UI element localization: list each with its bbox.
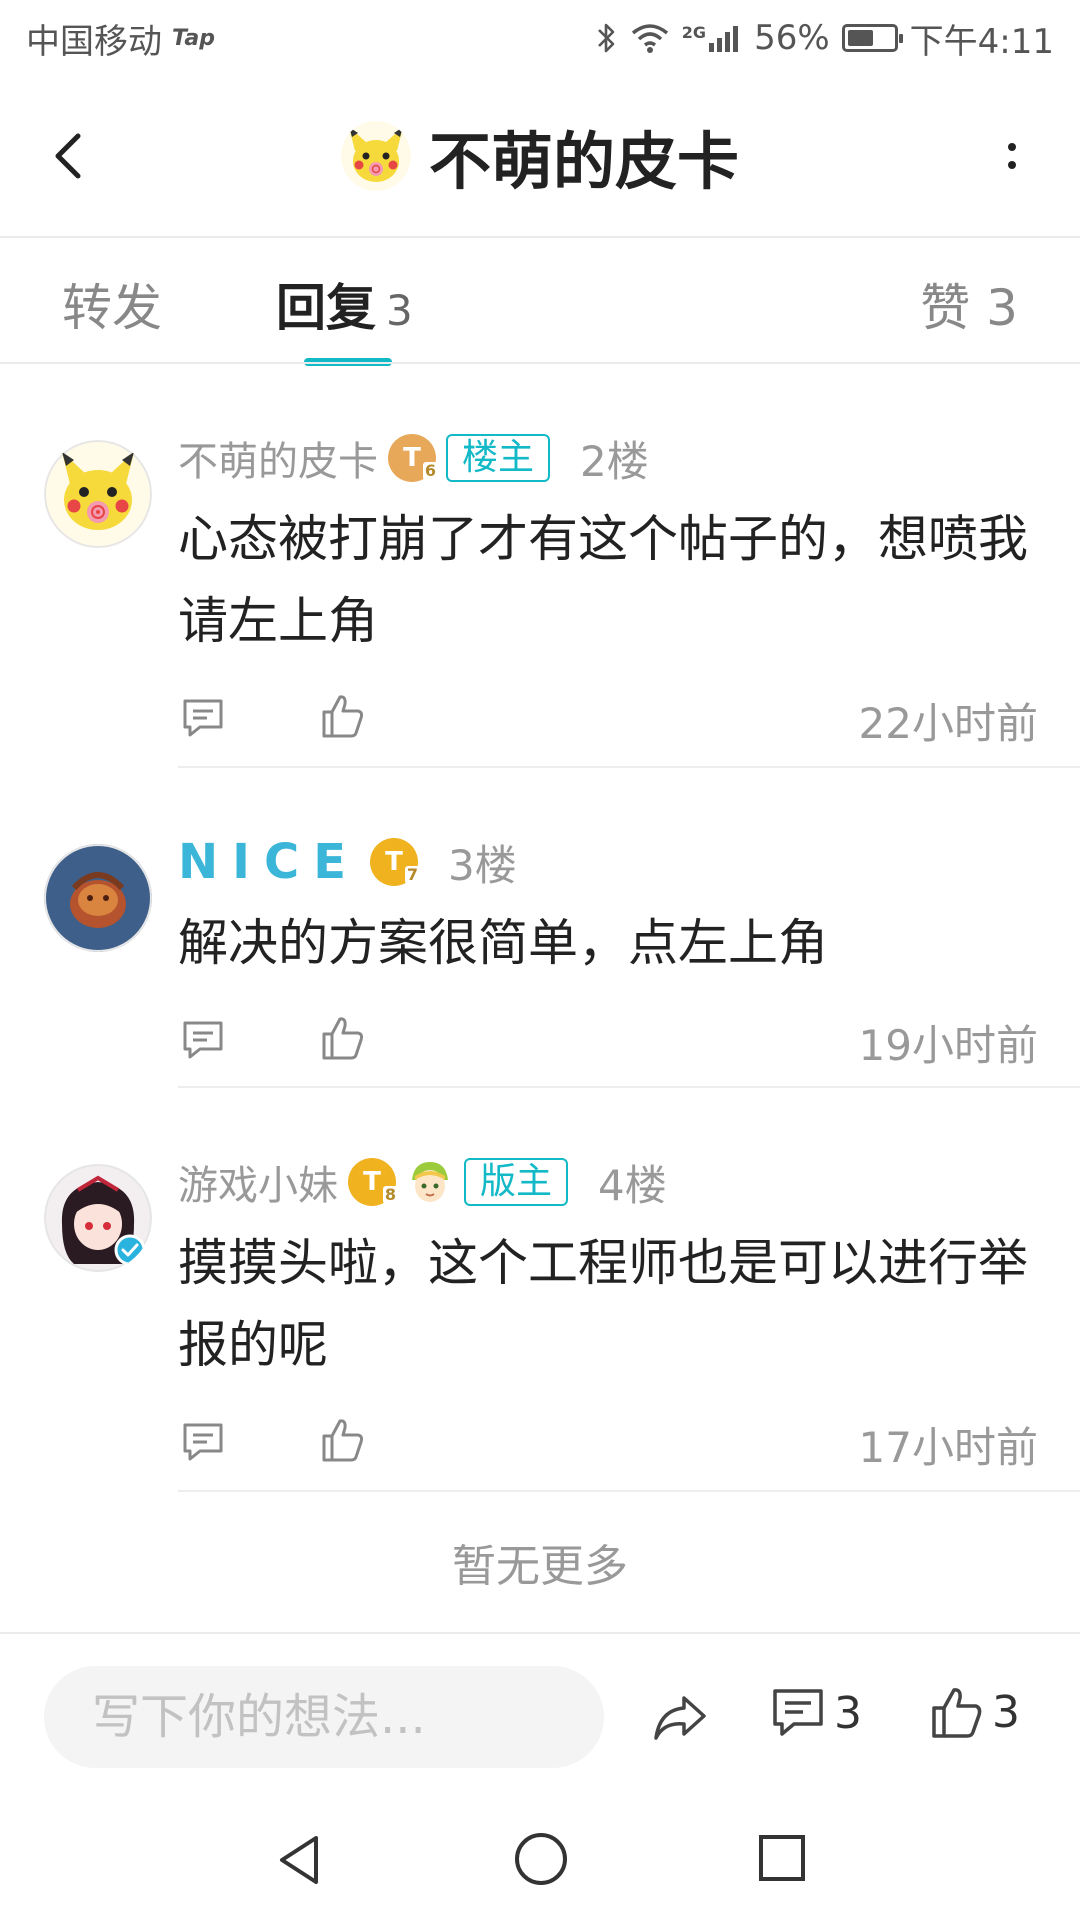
comment-body: 不萌的皮卡 T 6 楼主 2楼 心态被打崩了才有这个帖子的，想喷我请左上角 22… bbox=[178, 430, 1038, 748]
system-nav-bar bbox=[0, 1800, 1080, 1920]
comment-divider bbox=[178, 1490, 1080, 1492]
level-number: 7 bbox=[404, 865, 421, 884]
more-dot bbox=[1008, 143, 1016, 151]
comment-author[interactable]: 不萌的皮卡 bbox=[178, 429, 378, 487]
nav-home-icon[interactable] bbox=[512, 1830, 570, 1888]
wifi-icon bbox=[631, 24, 668, 53]
comment-input-bar: 写下你的想法... 3 3 bbox=[0, 1634, 1080, 1784]
avatar bbox=[340, 121, 411, 191]
role-badge: 版主 bbox=[464, 1158, 569, 1206]
floor-number: 2楼 bbox=[580, 436, 649, 486]
page-title: 不萌的皮卡 bbox=[428, 125, 739, 198]
thumbs-up-icon[interactable] bbox=[320, 692, 366, 740]
avatar[interactable] bbox=[44, 844, 152, 952]
back-button[interactable] bbox=[40, 126, 100, 186]
tab-reply-count: 3 bbox=[386, 286, 413, 335]
like-count: 3 bbox=[992, 1686, 1020, 1738]
reply-icon[interactable] bbox=[180, 1420, 226, 1464]
comment-count: 3 bbox=[834, 1687, 862, 1739]
comment-body: 游戏小妹 T 8 版主 4楼 摸摸头啦，这个工程师也是可以进行举报的呢 17小时… bbox=[178, 1154, 1038, 1472]
tap-app-indicator: Tap bbox=[172, 25, 215, 51]
role-badge: 楼主 bbox=[446, 434, 551, 482]
nav-back-icon[interactable] bbox=[272, 1832, 328, 1888]
level-badge: T 6 bbox=[388, 434, 438, 482]
comment-author[interactable]: 游戏小妹 bbox=[178, 1153, 338, 1211]
tab-bar: 转发 回复 3 赞 3 bbox=[0, 238, 1080, 362]
nav-recents-icon[interactable] bbox=[756, 1832, 808, 1884]
status-left: 中国移动 Tap bbox=[26, 14, 215, 63]
status-right: 2G 56% 下午4:11 bbox=[596, 14, 1054, 63]
signal-icon bbox=[709, 26, 739, 52]
comment-text: 心态被打崩了才有这个帖子的，想喷我请左上角 bbox=[178, 510, 1028, 650]
floor-number: 4楼 bbox=[598, 1160, 667, 1210]
reply-icon[interactable] bbox=[180, 696, 226, 740]
no-more-label: 暂无更多 bbox=[452, 1541, 628, 1592]
share-icon[interactable] bbox=[652, 1692, 708, 1742]
comment-time: 19小时前 bbox=[858, 1021, 1038, 1070]
comment-meta: 游戏小妹 T 8 版主 4楼 bbox=[178, 1154, 1038, 1210]
comment-divider bbox=[178, 766, 1080, 768]
avatar[interactable] bbox=[44, 1164, 152, 1272]
level-number: 8 bbox=[382, 1185, 398, 1204]
thumbs-up-icon bbox=[932, 1688, 982, 1738]
comment-text: 摸摸头啦，这个工程师也是可以进行举报的呢 bbox=[178, 1234, 1028, 1374]
comment-actions: 22小时前 bbox=[178, 688, 1038, 748]
comment-actions: 19小时前 bbox=[178, 1010, 1038, 1070]
level-letter: T bbox=[363, 1167, 381, 1197]
comment-author[interactable]: NICE bbox=[178, 834, 360, 890]
comments-button[interactable]: 3 bbox=[770, 1686, 862, 1740]
comment-text: 解决的方案很简单，点左上角 bbox=[178, 914, 828, 972]
level-badge: T 7 bbox=[370, 838, 421, 886]
tab-reply-label: 回复 bbox=[276, 279, 376, 337]
moderator-mascot-icon bbox=[412, 1162, 448, 1202]
tabs-divider bbox=[0, 362, 1080, 364]
status-bar: 中国移动 Tap 2G 56% 下午4:11 bbox=[0, 0, 1080, 76]
comment-input[interactable]: 写下你的想法... bbox=[44, 1666, 604, 1768]
comment-body: NICE T 7 3楼 解决的方案很简单，点左上角 19小时前 bbox=[178, 834, 1038, 1070]
tab-likes[interactable]: 赞 3 bbox=[920, 268, 1018, 340]
floor-number: 3楼 bbox=[448, 840, 517, 890]
post-header: 不萌的皮卡 bbox=[0, 76, 1080, 236]
thumbs-up-icon[interactable] bbox=[320, 1014, 366, 1062]
chevron-left-icon bbox=[55, 133, 81, 179]
comment-meta: 不萌的皮卡 T 6 楼主 2楼 bbox=[178, 430, 1038, 486]
more-dot bbox=[1008, 161, 1016, 169]
carrier-label: 中国移动 bbox=[26, 21, 162, 62]
like-button[interactable]: 3 bbox=[930, 1684, 1020, 1740]
more-options-button[interactable] bbox=[982, 126, 1042, 186]
comment-icon bbox=[773, 1689, 823, 1736]
reply-icon[interactable] bbox=[180, 1018, 226, 1062]
comment-time: 17小时前 bbox=[858, 1423, 1038, 1472]
battery-percent: 56% bbox=[754, 18, 830, 58]
network-type: 2G bbox=[681, 23, 707, 42]
bluetooth-icon bbox=[597, 23, 615, 53]
tab-forward[interactable]: 转发 bbox=[62, 268, 162, 340]
status-time: 下午4:11 bbox=[909, 21, 1054, 62]
level-letter: T bbox=[403, 443, 421, 473]
comment-meta: NICE T 7 3楼 bbox=[178, 834, 1038, 890]
level-letter: T bbox=[385, 847, 403, 877]
comment-actions: 17小时前 bbox=[178, 1412, 1038, 1472]
level-number: 6 bbox=[422, 461, 438, 480]
avatar[interactable] bbox=[44, 440, 152, 548]
comment-divider bbox=[178, 1086, 1080, 1088]
tab-reply[interactable]: 回复 3 bbox=[276, 268, 413, 340]
level-badge: T 8 bbox=[348, 1158, 398, 1206]
signal-indicator: 2G bbox=[682, 23, 742, 53]
comment-time: 22小时前 bbox=[858, 699, 1038, 748]
battery-icon bbox=[841, 24, 903, 52]
header-user[interactable]: 不萌的皮卡 bbox=[340, 111, 739, 201]
thumbs-up-icon[interactable] bbox=[320, 1416, 366, 1464]
